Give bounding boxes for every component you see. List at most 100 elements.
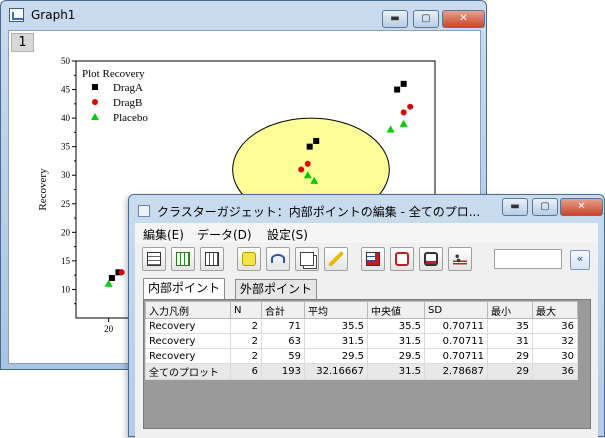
table-cell: 193 — [261, 363, 305, 380]
graph-window-icon — [9, 8, 24, 22]
y-tick-label: 50 — [61, 56, 71, 66]
data-point-DragB — [400, 109, 407, 116]
table-row[interactable]: 全てのプロット 6 193 32.16667 31.5 2.78687 29 36 — [145, 363, 578, 380]
graph-window-title: Graph1 — [31, 8, 76, 22]
data-point-DragB — [298, 166, 305, 173]
dialog-icon — [138, 205, 150, 217]
close-button[interactable]: ✕ — [442, 10, 485, 28]
delete-button[interactable] — [361, 247, 385, 271]
legend-entry: DragA — [113, 82, 143, 94]
y-tick-label: 35 — [61, 142, 71, 152]
column-header[interactable]: SD — [424, 301, 488, 319]
data-point-DragA — [306, 143, 313, 150]
points-button[interactable] — [237, 247, 261, 271]
column-header[interactable]: 合計 — [261, 301, 305, 319]
table-cell: Recovery — [145, 348, 231, 364]
statistics-grid: 入力凡例 N 合計 平均 中央値 SD 最小 最大 Recovery 2 71 35.5 35.5 0.… — [143, 299, 591, 429]
add-to-sheet-button[interactable] — [171, 247, 195, 271]
undo-button[interactable] — [266, 247, 290, 271]
table-cell: Recovery — [145, 318, 231, 334]
data-point-DragA — [400, 80, 407, 87]
data-point-DragA — [92, 84, 98, 90]
data-point-DragB — [92, 99, 98, 105]
table-cell: 63 — [261, 333, 305, 349]
points-equal-icon — [453, 252, 467, 266]
y-tick-label: 30 — [61, 170, 71, 180]
toolbar: « — [135, 245, 598, 275]
table-row[interactable]: Recovery 2 63 31.5 31.5 0.70711 31 32 — [145, 333, 578, 349]
table-delete-icon — [366, 252, 380, 266]
table-cell: 32.16667 — [304, 363, 368, 380]
dialog-body: 編集(E) データ(D) 設定(S) « 内部ポイント 外部ポイント 入力凡例 … — [135, 223, 598, 438]
table-cell: 2 — [230, 318, 262, 334]
table-cell: 31.5 — [367, 333, 425, 349]
expand-button[interactable]: « — [570, 250, 590, 270]
column-header[interactable]: 平均 — [304, 301, 368, 319]
data-point-DragA — [394, 86, 401, 93]
copy-icon — [300, 252, 314, 266]
table-cell: 31.5 — [304, 333, 368, 349]
maximize-button[interactable]: ▢ — [413, 10, 439, 28]
column-header[interactable]: 最小 — [487, 301, 533, 319]
data-point-DragB — [407, 103, 414, 110]
table-cell: 29.5 — [367, 348, 425, 364]
duplicate-button[interactable] — [295, 247, 319, 271]
tab-strip: 内部ポイント 外部ポイント — [141, 278, 591, 300]
table-cell: Recovery — [145, 333, 231, 349]
table-cell: 31 — [487, 333, 533, 349]
menubar: 編集(E) データ(D) 設定(S) — [135, 223, 598, 243]
table-row[interactable]: Recovery 2 71 35.5 35.5 0.70711 35 36 — [145, 318, 578, 334]
sheet-add-icon — [176, 252, 190, 266]
table-row[interactable]: Recovery 2 59 29.5 29.5 0.70711 29 30 — [145, 348, 578, 364]
x-tick-label: 20 — [104, 324, 114, 334]
table-cell: 36 — [532, 318, 578, 334]
edit-button[interactable] — [324, 247, 348, 271]
statistics-table: 入力凡例 N 合計 平均 中央値 SD 最小 最大 Recovery 2 71 35.5 35.5 0.… — [145, 301, 578, 380]
column-header[interactable]: N — [230, 301, 262, 319]
dialog-title: クラスターガジェット：内部ポイントの編集 - 全てのプロ... — [157, 205, 481, 219]
menu-edit[interactable]: 編集(E) — [143, 226, 184, 243]
copy-worksheet-button[interactable] — [142, 247, 166, 271]
dialog-maximize-button[interactable]: ▢ — [532, 198, 558, 216]
table-cell: 36 — [532, 363, 578, 380]
graph-titlebar[interactable]: Graph1 ▬ ▢ ✕ — [1, 1, 486, 29]
menu-data[interactable]: データ(D) — [197, 226, 252, 243]
dialog-close-button[interactable]: ✕ — [560, 198, 603, 216]
table-cell: 59 — [261, 348, 305, 364]
y-axis-label: Recovery — [37, 168, 49, 211]
data-point-DragB — [118, 269, 125, 276]
table-cell: 2 — [230, 348, 262, 364]
unmask-icon — [424, 252, 438, 266]
worksheet-icon — [147, 252, 161, 266]
menu-settings[interactable]: 設定(S) — [267, 226, 308, 243]
data-point-DragA — [313, 137, 320, 144]
table-cell: 35 — [487, 318, 533, 334]
mask-button[interactable] — [390, 247, 414, 271]
table-cell: 29 — [487, 363, 533, 380]
y-tick-label: 40 — [61, 113, 71, 123]
table-cell: 35.5 — [367, 318, 425, 334]
column-header[interactable]: 中央値 — [367, 301, 425, 319]
tab-outer-points[interactable]: 外部ポイント — [235, 279, 318, 299]
dialog-minimize-button[interactable]: ▬ — [502, 198, 528, 216]
unmask-button[interactable] — [419, 247, 443, 271]
toolbar-input[interactable] — [494, 249, 562, 269]
table-cell: 0.70711 — [424, 333, 488, 349]
y-tick-label: 10 — [61, 284, 71, 294]
new-sheet-button[interactable] — [200, 247, 224, 271]
tab-inner-points[interactable]: 内部ポイント — [143, 278, 226, 300]
y-tick-label: 25 — [61, 199, 71, 209]
table-cell: 全てのプロット — [145, 363, 231, 380]
column-header[interactable]: 入力凡例 — [145, 301, 231, 319]
table-cell: 31.5 — [367, 363, 425, 380]
minimize-button[interactable]: ▬ — [382, 10, 408, 28]
yellow-points-icon — [242, 252, 256, 266]
table-cell: 35.5 — [304, 318, 368, 334]
mask-icon — [395, 252, 409, 266]
table-cell: 32 — [532, 333, 578, 349]
table-cell: 0.70711 — [424, 318, 488, 334]
column-header[interactable]: 最大 — [532, 301, 578, 319]
data-point-Placebo — [399, 119, 408, 127]
data-point-DragA — [108, 275, 115, 282]
statistics-button[interactable] — [448, 247, 472, 271]
